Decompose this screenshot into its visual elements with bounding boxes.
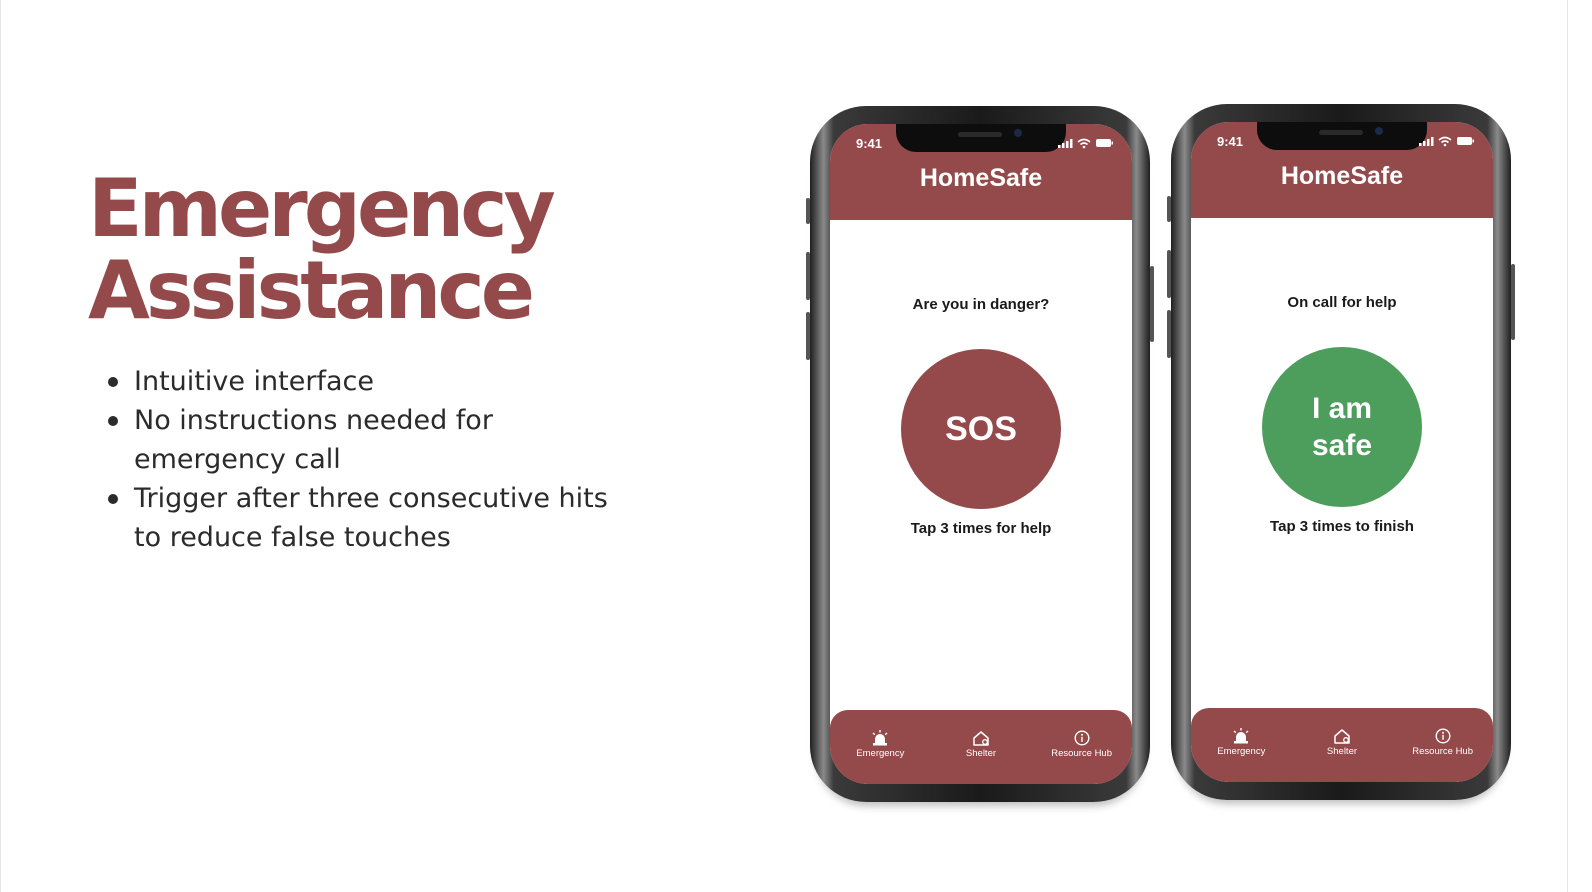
safe-button-line-2: safe [1311,429,1373,462]
phone-mockup-safe: 9:41 HomeSafe On call for help I am safe [1167,104,1515,800]
power-button [1150,266,1154,342]
tab-shelter[interactable]: Shelter [931,710,1031,759]
home-icon [973,731,989,746]
bullet-item: Trigger after three consecutive hits to … [108,479,608,557]
signal-icon [1419,137,1434,146]
battery-icon [1457,137,1472,145]
bullet-dot-icon [108,494,118,504]
tab-resource-hub[interactable]: Resource Hub [1032,710,1132,759]
slide-title-line-2: Assistance [88,244,535,337]
volume-down-button [1167,310,1171,358]
phone-notch [896,124,1066,152]
status-time: 9:41 [856,136,883,151]
wifi-icon [1077,138,1091,146]
tab-label: Shelter [965,748,997,759]
tap-hint: Tap 3 times for help [910,520,1052,537]
app-title: HomeSafe [1280,162,1404,190]
wifi-icon [1438,136,1452,144]
bullet-text: No instructions needed for emergency cal… [134,405,493,475]
bottom-tab-bar: Emergency Shelter Resource Hub [1191,708,1493,782]
slide-edge-right [1567,0,1568,892]
tab-resource-hub[interactable]: Resource Hub [1393,708,1493,757]
tab-emergency[interactable]: Emergency [1191,708,1291,757]
tab-label: Resource Hub [1412,746,1473,757]
info-icon [1074,730,1090,746]
bullet-dot-icon [108,416,118,426]
camera-icon [1014,129,1022,137]
app-header: 9:41 HomeSafe [1191,122,1493,218]
speaker-icon [1319,130,1363,135]
bullet-text: Trigger after three consecutive hits to … [134,483,608,553]
sos-button[interactable]: SOS [901,349,1061,509]
bullet-item: No instructions needed for emergency cal… [108,401,608,479]
signal-icon [1058,139,1073,148]
slide-edge-left [0,0,1,892]
battery-icon [1096,139,1111,147]
tap-hint: Tap 3 times to finish [1270,518,1414,535]
phone-notch [1257,122,1427,150]
phone-screen: 9:41 HomeSafe Are you in danger? SOS Tap… [830,124,1132,784]
tab-label: Shelter [1326,746,1358,757]
status-icons [1419,136,1474,147]
info-icon [1435,728,1451,744]
tab-label: Resource Hub [1051,748,1112,759]
camera-icon [1375,127,1383,135]
feature-bullet-list: Intuitive interface No instructions need… [108,362,608,557]
bullet-dot-icon [108,377,118,387]
status-icons [1058,138,1113,149]
status-time: 9:41 [1217,134,1244,149]
tab-emergency[interactable]: Emergency [830,710,930,759]
app-title: HomeSafe [919,164,1043,192]
home-icon [1334,729,1350,744]
tab-label: Emergency [856,748,905,759]
slide-title: Emergency Assistance [88,162,556,337]
bullet-item: Intuitive interface [108,362,608,401]
speaker-icon [958,132,1002,137]
mute-switch [806,198,810,224]
safe-button-line-1: I am [1311,392,1372,425]
alarm-bell-icon [1233,728,1249,744]
bottom-tab-bar: Emergency Shelter Resource Hub [830,710,1132,784]
volume-up-button [1167,250,1171,298]
bullet-text: Intuitive interface [134,366,374,397]
i-am-safe-button[interactable]: I am safe [1262,347,1422,507]
mute-switch [1167,196,1171,222]
call-status-prompt: On call for help [1287,294,1397,311]
phone-mockup-sos: 9:41 HomeSafe Are you in danger? SOS Tap… [806,106,1154,802]
slide-title-line-1: Emergency [88,162,556,255]
phone-screen: 9:41 HomeSafe On call for help I am safe [1191,122,1493,782]
tab-shelter[interactable]: Shelter [1292,708,1392,757]
volume-up-button [806,252,810,300]
power-button [1511,264,1515,340]
alarm-bell-icon [872,730,888,746]
volume-down-button [806,312,810,360]
danger-prompt: Are you in danger? [912,296,1050,313]
app-header: 9:41 HomeSafe [830,124,1132,220]
tab-label: Emergency [1217,746,1266,757]
